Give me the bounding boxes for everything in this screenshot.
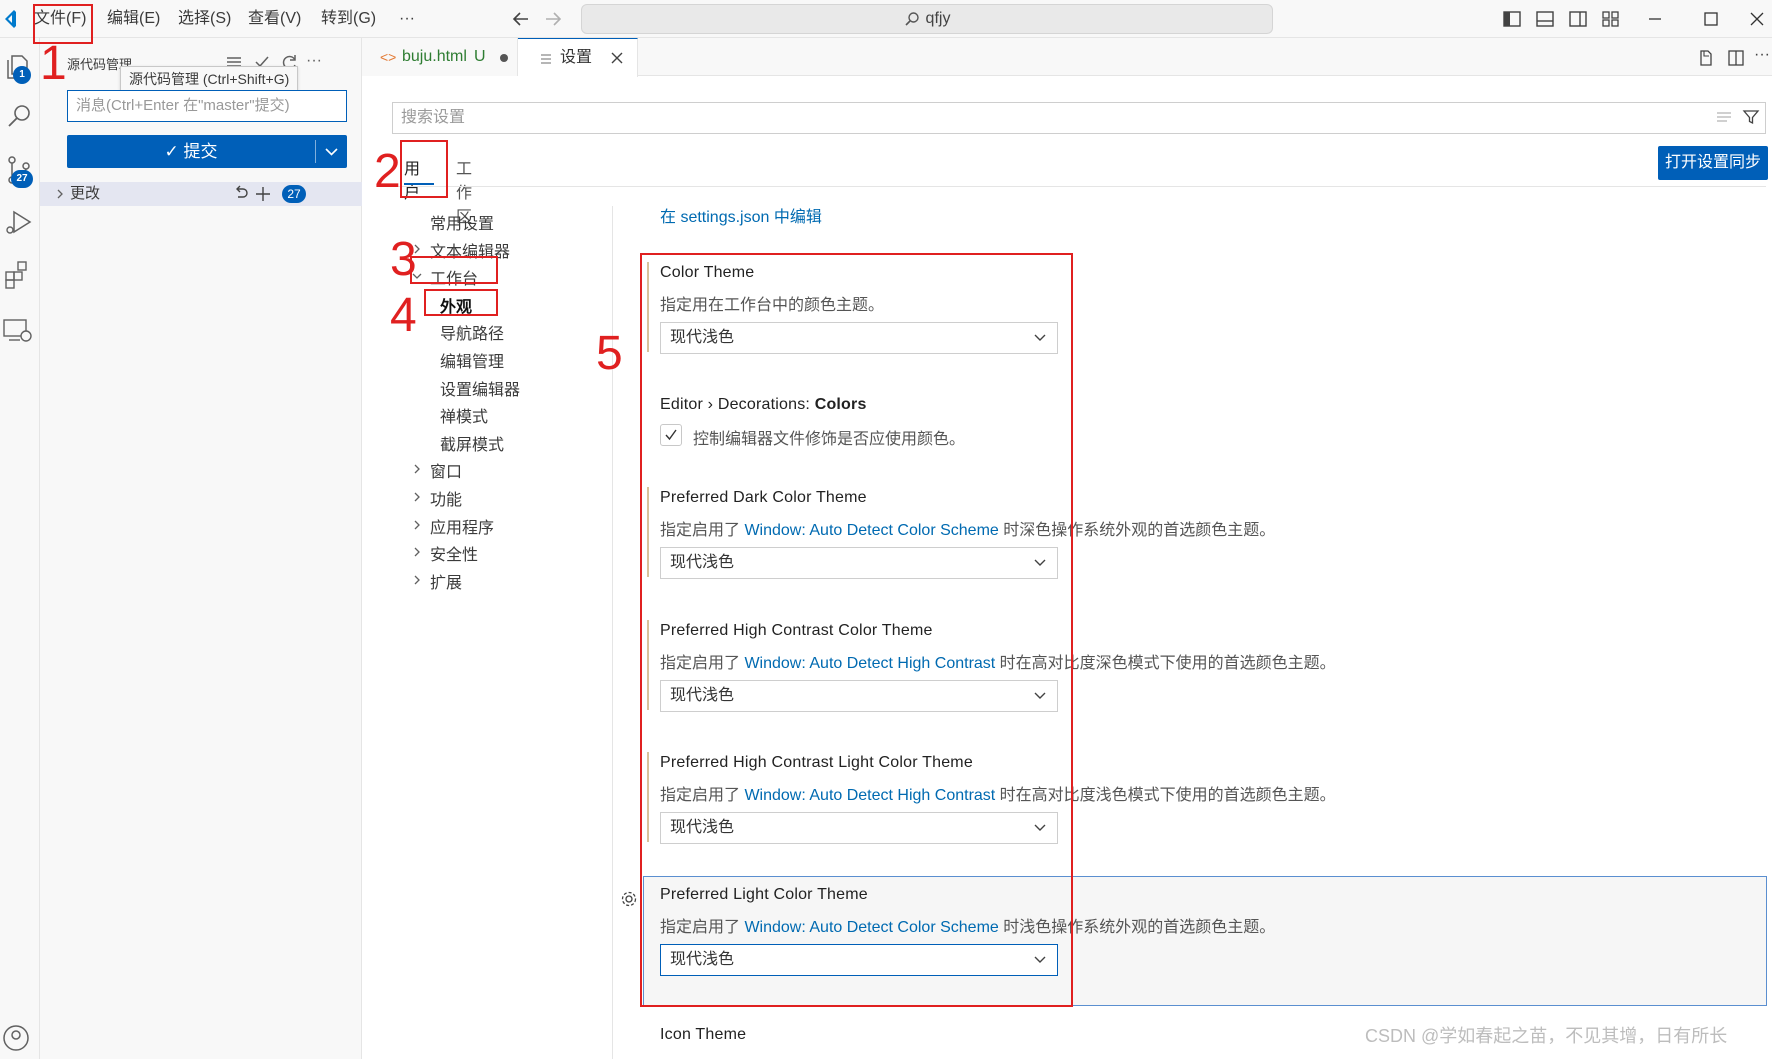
chevron-right-icon[interactable]: [411, 491, 423, 503]
open-settings-json-icon[interactable]: [1696, 48, 1716, 68]
close-window-icon[interactable]: [1745, 7, 1769, 31]
forward-arrow-icon[interactable]: [542, 8, 564, 30]
menu-selection[interactable]: 选择(S): [178, 0, 231, 38]
close-icon[interactable]: [610, 51, 624, 65]
command-center-text: qfjy: [925, 10, 951, 27]
toggle-panel-icon[interactable]: [1533, 7, 1557, 31]
tab-settings-label: 设置: [560, 49, 593, 66]
edit-in-settings-json-link[interactable]: 在 settings.json 中编辑: [660, 203, 822, 227]
toc-item[interactable]: 导航路径: [440, 320, 504, 344]
chevron-right-icon[interactable]: [54, 188, 66, 200]
setting-title: Icon Theme: [660, 1026, 747, 1043]
settings-file-icon: [541, 54, 551, 64]
turn-on-settings-sync-button[interactable]: 打开设置同步: [1658, 146, 1768, 180]
menu-edit[interactable]: 编辑(E): [107, 0, 160, 38]
untracked-status: U: [474, 48, 486, 65]
annotation-box-4: [424, 289, 498, 316]
source-control-sidebar: 源代码管理 ··· 源代码管理 (Ctrl+Shift+G) 消息(Ctrl+E…: [40, 38, 362, 1059]
tab-buju-html[interactable]: <> buju.html U: [362, 38, 518, 76]
editor-more-actions-icon[interactable]: ···: [1754, 46, 1770, 64]
menu-more[interactable]: ···: [399, 0, 415, 38]
extensions-icon[interactable]: [0, 254, 40, 294]
chevron-right-icon[interactable]: [411, 574, 423, 586]
vscode-logo-icon: [5, 10, 16, 28]
toc-item[interactable]: 常用设置: [430, 210, 494, 234]
search-icon[interactable]: [0, 96, 40, 136]
commit-button-label[interactable]: ✓ 提交: [67, 135, 315, 168]
tooltip: 源代码管理 (Ctrl+Shift+G): [120, 66, 299, 92]
maximize-icon[interactable]: [1699, 7, 1723, 31]
toggle-secondary-sidebar-icon[interactable]: [1566, 7, 1590, 31]
annotation-number-1: 1: [40, 37, 67, 90]
chevron-right-icon[interactable]: [411, 463, 423, 475]
editor-tabs: <> buju.html U 设置 ···: [362, 38, 1772, 77]
clear-filter-icon[interactable]: [1716, 110, 1734, 126]
annotation-number-3: 3: [390, 233, 417, 286]
chevron-right-icon[interactable]: [411, 546, 423, 558]
changes-label: 更改: [70, 185, 101, 202]
toc-item[interactable]: 禅模式: [440, 403, 488, 427]
activity-bar: 1 27: [0, 38, 40, 1059]
annotation-box-5: [640, 253, 1073, 1007]
accounts-icon[interactable]: [0, 1016, 40, 1056]
title-bar: 文件(F) 编辑(E) 选择(S) 查看(V) 转到(G) ··· qfjy: [0, 0, 1772, 38]
annotation-box-3: [410, 256, 498, 284]
annotation-box-2: [400, 140, 448, 198]
filter-icon[interactable]: [1742, 108, 1760, 126]
stage-all-icon[interactable]: [254, 185, 272, 203]
toggle-primary-sidebar-icon[interactable]: [1500, 7, 1524, 31]
toc-item[interactable]: 应用程序: [430, 514, 494, 538]
commit-button[interactable]: ✓ 提交: [67, 135, 347, 168]
chevron-down-icon[interactable]: [316, 135, 347, 168]
changes-row[interactable]: 更改 27: [40, 182, 362, 206]
minimize-icon[interactable]: [1643, 7, 1667, 31]
toc-item[interactable]: 扩展: [430, 569, 462, 593]
command-center[interactable]: qfjy: [581, 4, 1273, 34]
settings-search-input[interactable]: 搜索设置: [392, 102, 1766, 134]
annotation-number-5: 5: [596, 327, 623, 380]
watermark: CSDN @学如春起之苗，不见其增，日有所长: [1365, 1026, 1728, 1046]
source-control-badge: 27: [11, 170, 33, 188]
discard-changes-icon[interactable]: [232, 185, 250, 203]
customize-layout-icon[interactable]: [1599, 7, 1623, 31]
toc-item[interactable]: 设置编辑器: [440, 376, 520, 400]
toc-item[interactable]: 安全性: [430, 541, 478, 565]
toc-item[interactable]: 窗口: [430, 458, 462, 482]
changes-count-badge: 27: [282, 185, 306, 203]
menu-view[interactable]: 查看(V): [248, 0, 301, 38]
toc-item[interactable]: 功能: [430, 486, 462, 510]
annotation-number-2: 2: [374, 145, 401, 198]
split-editor-icon[interactable]: [1726, 48, 1746, 68]
gear-icon[interactable]: [620, 890, 638, 908]
annotation-number-4: 4: [390, 289, 417, 342]
more-actions-icon[interactable]: ···: [306, 52, 322, 72]
tab-buju-html-label: buju.html: [402, 48, 467, 65]
back-arrow-icon[interactable]: [510, 8, 532, 30]
toc-item[interactable]: 截屏模式: [440, 431, 504, 455]
explorer-badge: 1: [13, 66, 31, 84]
run-debug-icon[interactable]: [0, 202, 40, 242]
commit-message-input[interactable]: 消息(Ctrl+Enter 在"master"提交): [67, 90, 347, 122]
tab-settings[interactable]: 设置: [518, 38, 638, 77]
scope-divider: [392, 186, 1766, 187]
toc-item[interactable]: 编辑管理: [440, 348, 504, 372]
menu-go[interactable]: 转到(G): [321, 0, 376, 38]
html-file-icon: <>: [380, 49, 397, 65]
remote-explorer-icon[interactable]: [0, 310, 40, 350]
search-icon: [904, 12, 919, 26]
chevron-right-icon[interactable]: [411, 519, 423, 531]
unsaved-dot-icon[interactable]: [500, 54, 508, 62]
